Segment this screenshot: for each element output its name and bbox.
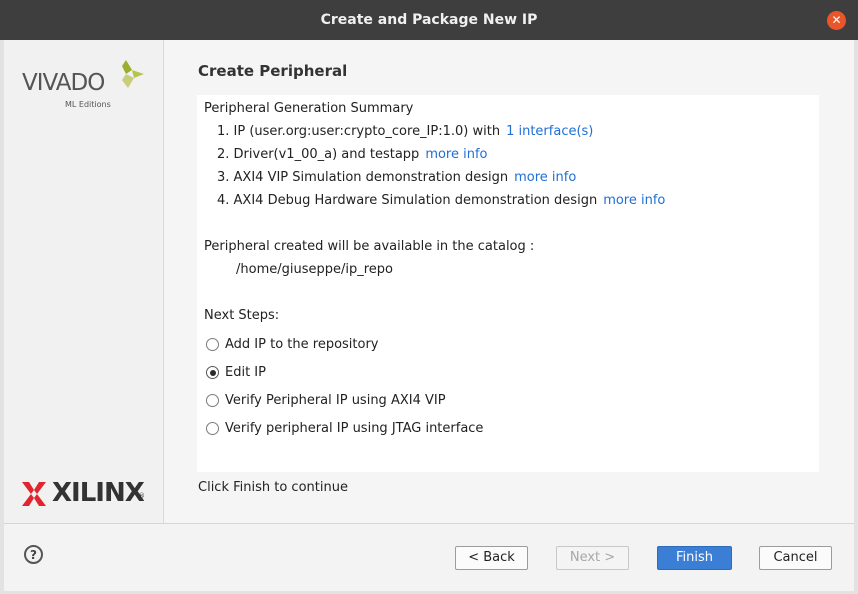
radio-label: Add IP to the repository	[225, 337, 379, 352]
vivado-logo-subtitle: ML Editions	[65, 100, 111, 109]
summary-item-text: 4. AXI4 Debug Hardware Simulation demons…	[217, 193, 598, 208]
main-content: Create Peripheral Peripheral Generation …	[163, 40, 854, 523]
vivado-leaf-icon	[122, 60, 144, 88]
window-title: Create and Package New IP	[320, 12, 538, 28]
summary-panel: Peripheral Generation Summary 1. IP (use…	[197, 95, 819, 472]
radio-button[interactable]	[206, 394, 219, 407]
radio-label: Edit IP	[225, 365, 266, 380]
vip-more-info-link[interactable]: more info	[514, 170, 576, 185]
driver-more-info-link[interactable]: more info	[425, 147, 487, 162]
radio-label: Verify Peripheral IP using AXI4 VIP	[225, 393, 446, 408]
summary-item-text: 3. AXI4 VIP Simulation demonstration des…	[217, 170, 509, 185]
summary-item-driver: 2. Driver(v1_00_a) and testapp more info	[217, 147, 488, 162]
button-bar: ? < Back Next > Finish Cancel	[4, 523, 854, 591]
close-icon[interactable]: ✕	[827, 11, 846, 30]
catalog-label: Peripheral created will be available in …	[204, 239, 535, 254]
cancel-button[interactable]: Cancel	[759, 546, 832, 570]
page-title: Create Peripheral	[198, 62, 348, 80]
catalog-path: /home/giuseppe/ip_repo	[236, 262, 393, 277]
interfaces-link[interactable]: 1 interface(s)	[506, 124, 593, 139]
debug-more-info-link[interactable]: more info	[603, 193, 665, 208]
radio-button[interactable]	[206, 338, 219, 351]
window-titlebar: Create and Package New IP ✕	[0, 0, 858, 40]
vivado-logo: VIVADO ML Editions	[22, 60, 147, 112]
radio-button[interactable]	[206, 422, 219, 435]
next-button[interactable]: Next >	[556, 546, 629, 570]
radio-button-checked[interactable]	[206, 366, 219, 379]
summary-heading: Peripheral Generation Summary	[204, 101, 414, 116]
vivado-logo-text: VIVADO	[22, 70, 105, 96]
help-icon[interactable]: ?	[24, 545, 43, 564]
radio-label: Verify peripheral IP using JTAG interfac…	[225, 421, 484, 436]
next-steps-label: Next Steps:	[204, 308, 280, 323]
summary-item-ip: 1. IP (user.org:user:crypto_core_IP:1.0)…	[217, 124, 593, 139]
xilinx-x-icon	[22, 482, 46, 506]
sidebar: VIVADO ML Editions XILINX ®	[4, 40, 164, 523]
finish-hint: Click Finish to continue	[198, 480, 348, 495]
dialog-body: VIVADO ML Editions XILINX ® Create Perip…	[4, 40, 854, 591]
summary-item-vip: 3. AXI4 VIP Simulation demonstration des…	[217, 170, 576, 185]
radio-verify-axi4-vip[interactable]: Verify Peripheral IP using AXI4 VIP	[206, 393, 446, 408]
summary-item-text: 1. IP (user.org:user:crypto_core_IP:1.0)…	[217, 124, 501, 139]
xilinx-logo-text: XILINX	[52, 478, 145, 508]
summary-item-text: 2. Driver(v1_00_a) and testapp	[217, 147, 420, 162]
summary-item-debug: 4. AXI4 Debug Hardware Simulation demons…	[217, 193, 665, 208]
radio-verify-jtag[interactable]: Verify peripheral IP using JTAG interfac…	[206, 421, 483, 436]
xilinx-logo: XILINX ®	[22, 478, 152, 510]
finish-button[interactable]: Finish	[657, 546, 732, 570]
back-button[interactable]: < Back	[455, 546, 528, 570]
xilinx-registered-mark: ®	[138, 492, 145, 500]
radio-edit-ip[interactable]: Edit IP	[206, 365, 266, 380]
radio-add-ip[interactable]: Add IP to the repository	[206, 337, 379, 352]
